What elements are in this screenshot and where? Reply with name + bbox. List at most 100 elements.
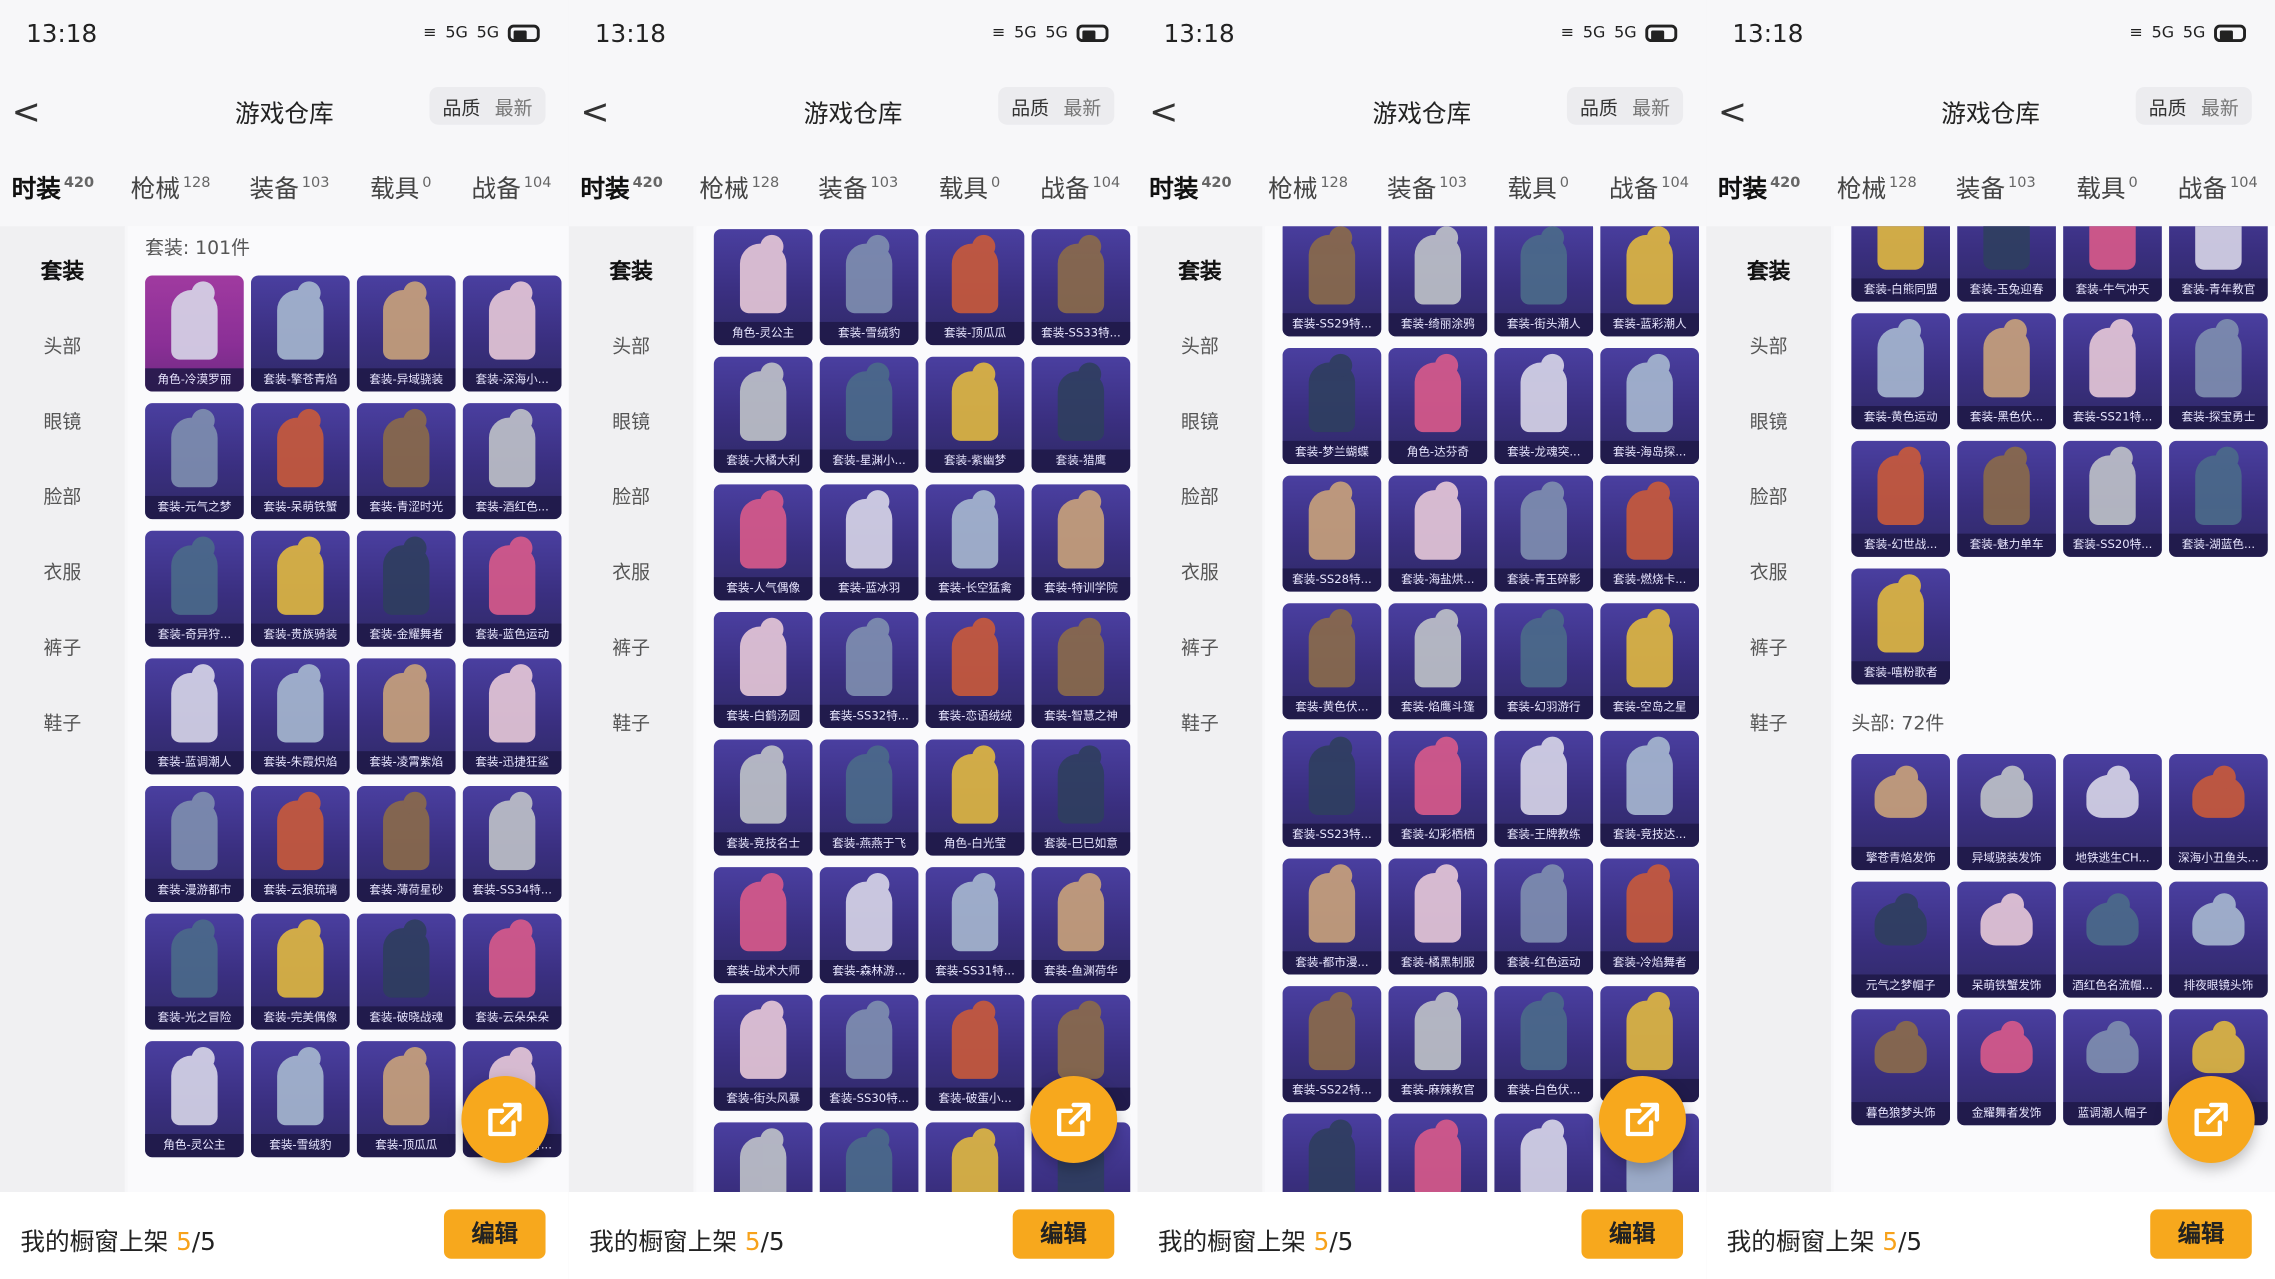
sidebar-item-3[interactable]: 脸部 — [0, 481, 125, 509]
share-fab-button[interactable] — [2167, 1075, 2255, 1163]
sidebar-item-5[interactable]: 裤子 — [569, 632, 694, 660]
item-tile[interactable]: 套装-SS32特... — [819, 611, 919, 728]
tab-2[interactable]: 装备 103 — [1387, 168, 1467, 204]
item-tile[interactable]: 套装-凌霄紫焰 — [356, 658, 456, 775]
item-tile[interactable]: 套装-长空猛禽 — [925, 484, 1025, 601]
sort-latest-button[interactable]: 最新 — [2194, 89, 2246, 122]
sidebar-item-4[interactable]: 衣服 — [569, 557, 694, 585]
sidebar-item-1[interactable]: 头部 — [1706, 331, 1831, 358]
item-tile[interactable]: 套装-魅力单车 — [1957, 440, 2056, 557]
item-tile[interactable]: 套装-街头潮人 — [1494, 226, 1594, 337]
sidebar-item-0[interactable]: 套装 — [0, 255, 125, 285]
item-tile[interactable]: 套装-嘻粉歌者 — [1851, 568, 1950, 685]
item-tile[interactable]: 套装-薄荷星砂 — [356, 785, 456, 902]
item-tile[interactable]: 套装-云狼琉璃 — [251, 785, 350, 902]
item-tile[interactable]: 套装-漫游都市 — [145, 785, 244, 902]
item-tile[interactable]: 套装-蓝调潮人 — [145, 658, 244, 775]
sidebar-item-6[interactable]: 鞋子 — [1138, 708, 1263, 735]
tab-4[interactable]: 战备 104 — [1609, 168, 1689, 204]
edit-button[interactable]: 编辑 — [1581, 1209, 1684, 1259]
item-tile[interactable]: 套装-顶瓜瓜 — [356, 1041, 456, 1158]
item-tile[interactable]: 套装-破晓战魂 — [356, 913, 456, 1030]
edit-button[interactable]: 编辑 — [1012, 1209, 1115, 1259]
sidebar-item-5[interactable]: 裤子 — [0, 632, 125, 660]
item-tile[interactable]: 套装-森林游... — [819, 867, 919, 984]
head-item-tile[interactable]: 擎苍青焰发饰 — [1851, 754, 1950, 871]
sidebar-item-3[interactable]: 脸部 — [1706, 481, 1831, 509]
item-tile[interactable]: 套装-恋语绒绒 — [925, 611, 1025, 728]
item-tile[interactable]: 套装-... — [1282, 1113, 1382, 1192]
item-tile[interactable]: 套装-探宝勇士 — [2169, 313, 2268, 430]
tab-1[interactable]: 枪械 128 — [699, 168, 779, 204]
item-tile[interactable]: 套装-智慧之神 — [1031, 611, 1131, 728]
item-tile[interactable]: 套装-SS30特... — [819, 994, 919, 1111]
item-tile[interactable]: 套装-青年教官 — [2169, 226, 2268, 302]
sidebar-item-0[interactable]: 套装 — [1706, 255, 1831, 285]
item-tile[interactable]: 套装-白熊同盟 — [1851, 226, 1950, 302]
item-tile[interactable]: 套装-... — [1494, 1113, 1594, 1192]
tab-0[interactable]: 时装 420 — [1718, 168, 1800, 240]
item-tile[interactable]: 套装-幻羽游行 — [1494, 603, 1594, 720]
share-fab-button[interactable] — [1030, 1075, 1118, 1163]
item-tile[interactable]: 套装-SS20特... — [2063, 440, 2162, 557]
item-tile[interactable]: 套装-绮丽涂鸦 — [1388, 226, 1488, 337]
item-tile[interactable]: 套装-SS34特... — [462, 785, 562, 902]
item-tile[interactable]: 套装-光之冒险 — [145, 913, 244, 1030]
item-tile[interactable]: 套装-呆萌铁蟹 — [251, 403, 350, 520]
item-tile[interactable]: 角色-灵公主 — [713, 229, 813, 346]
item-tile[interactable]: 套装-... — [1388, 1113, 1488, 1192]
item-tile[interactable]: 套装-街头风暴 — [713, 994, 813, 1111]
sidebar-item-2[interactable]: 眼镜 — [0, 406, 125, 434]
head-item-tile[interactable]: 酒红色名流帽... — [2063, 881, 2162, 998]
head-item-tile[interactable]: 异域骁装发饰 — [1957, 754, 2056, 871]
item-tile[interactable]: 套装-蓝色运动 — [462, 530, 562, 647]
sort-latest-button[interactable]: 最新 — [1625, 89, 1677, 122]
edit-button[interactable]: 编辑 — [443, 1209, 546, 1259]
sidebar-item-5[interactable]: 裤子 — [1138, 632, 1263, 660]
item-tile[interactable]: 套装-幻彩栖栖 — [1388, 730, 1488, 847]
sidebar-item-4[interactable]: 衣服 — [0, 557, 125, 585]
sidebar-item-3[interactable]: 脸部 — [1138, 481, 1263, 509]
item-tile[interactable]: 套装-鱼渊荷华 — [1031, 867, 1131, 984]
item-tile[interactable]: 套装-黄色运动 — [1851, 313, 1950, 430]
item-tile[interactable]: 套装-大橘大利 — [713, 356, 813, 473]
item-tile[interactable]: 套装-红色运动 — [1494, 858, 1594, 975]
tab-4[interactable]: 战备 104 — [2178, 168, 2258, 204]
sidebar-item-6[interactable]: 鞋子 — [569, 708, 694, 735]
item-tile[interactable]: 套装-雪绒豹 — [819, 229, 919, 346]
tab-3[interactable]: 载具 0 — [939, 168, 1000, 204]
item-tile[interactable]: 套装-焰鹰斗篷 — [1388, 603, 1488, 720]
item-tile[interactable]: 套装-湖蓝色... — [2169, 440, 2268, 557]
sidebar-item-4[interactable]: 衣服 — [1138, 557, 1263, 585]
share-fab-button[interactable] — [1598, 1075, 1686, 1163]
tab-3[interactable]: 载具 0 — [370, 168, 431, 204]
item-tile[interactable]: 套装-战术大师 — [713, 867, 813, 984]
sidebar-item-2[interactable]: 眼镜 — [1138, 406, 1263, 434]
sidebar-item-2[interactable]: 眼镜 — [1706, 406, 1831, 434]
sort-quality-button[interactable]: 品质 — [1004, 89, 1056, 122]
share-fab-button[interactable] — [461, 1075, 549, 1163]
head-item-tile[interactable]: 暮色狼梦头饰 — [1851, 1009, 1950, 1126]
item-tile[interactable]: 套装-黄色伏... — [1282, 603, 1382, 720]
tab-0[interactable]: 时装 420 — [580, 168, 663, 240]
tab-2[interactable]: 装备 103 — [250, 168, 330, 204]
head-item-tile[interactable]: 呆萌铁蟹发饰 — [1957, 881, 2056, 998]
sidebar-item-0[interactable]: 套装 — [1138, 255, 1263, 285]
item-tile[interactable]: 套装-SS31特... — [925, 867, 1025, 984]
item-tile[interactable]: 套装-... — [925, 1122, 1025, 1192]
item-tile[interactable]: 套装-紫幽梦 — [925, 356, 1025, 473]
item-tile[interactable]: 套装-黑色伏... — [1957, 313, 2056, 430]
tab-1[interactable]: 枪械 128 — [131, 168, 211, 204]
item-tile[interactable]: 套装-橘黑制服 — [1388, 858, 1488, 975]
tab-3[interactable]: 载具 0 — [1507, 168, 1568, 204]
item-tile[interactable]: 角色-冷漠罗丽 — [145, 275, 244, 392]
item-tile[interactable]: 套装-燕燕于飞 — [819, 739, 919, 856]
item-tile[interactable]: 角色-白光莹 — [925, 739, 1025, 856]
item-tile[interactable]: 套装-蓝冰羽 — [819, 484, 919, 601]
item-tile[interactable]: 套装-玉兔迎春 — [1957, 226, 2056, 302]
item-tile[interactable]: 套装-雪绒豹 — [251, 1041, 350, 1158]
sort-quality-button[interactable]: 品质 — [435, 89, 487, 122]
item-tile[interactable]: 套装-猎鹰 — [1031, 356, 1131, 473]
item-tile[interactable]: 套装-SS21特... — [2063, 313, 2162, 430]
item-tile[interactable]: 角色-达芬奇 — [1388, 348, 1488, 465]
